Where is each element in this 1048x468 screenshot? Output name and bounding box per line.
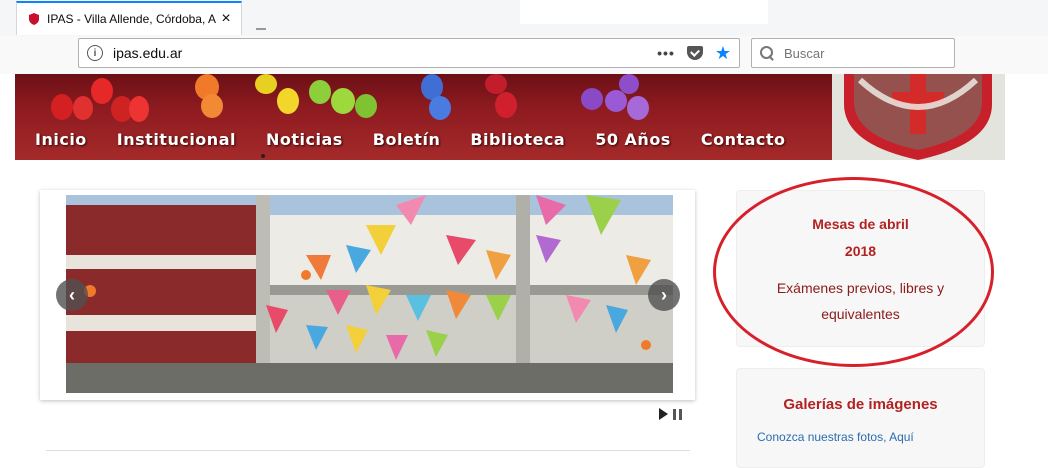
info-icon[interactable]: i	[87, 45, 103, 61]
nav-item-inicio[interactable]: Inicio	[35, 130, 87, 149]
search-icon	[760, 46, 774, 60]
balloon-decoration	[201, 94, 223, 118]
nav-item-institucional[interactable]: Institucional	[117, 130, 236, 149]
tab-underline	[256, 28, 266, 30]
exam-notice-box: Mesas de abril 2018 Exámenes previos, li…	[736, 190, 985, 347]
exam-notice-title: Mesas de abril	[812, 216, 909, 232]
school-courtyard-photo	[66, 195, 673, 393]
pocket-icon[interactable]	[686, 46, 703, 60]
nav-item-50-anos[interactable]: 50 Años	[595, 130, 671, 149]
nav-item-biblioteca[interactable]: Biblioteca	[470, 130, 565, 149]
search-input[interactable]	[784, 45, 944, 61]
balloon-decoration	[495, 92, 517, 118]
tab-strip-spacer	[520, 0, 768, 24]
page-actions: ••• ★	[657, 43, 731, 64]
more-actions-icon[interactable]: •••	[657, 45, 675, 61]
school-crest-image	[832, 74, 1005, 160]
balloon-decoration	[309, 80, 331, 104]
balloon-decoration	[485, 74, 507, 94]
balloon-decoration	[605, 90, 627, 112]
balloon-decoration	[277, 88, 299, 114]
slider-controls	[659, 408, 682, 420]
shield-favicon-icon	[29, 13, 39, 25]
bookmark-star-icon[interactable]: ★	[715, 43, 731, 64]
browser-tab[interactable]: IPAS - Villa Allende, Córdoba, A ×	[16, 1, 242, 35]
gallery-link[interactable]: Conozca nuestras fotos, Aquí	[737, 430, 984, 444]
pause-icon[interactable]	[673, 408, 682, 420]
balloon-decoration	[331, 88, 355, 114]
balloon-decoration	[51, 94, 73, 120]
crest-icon	[832, 74, 1005, 160]
tab-title: IPAS - Villa Allende, Córdoba, A	[47, 12, 216, 26]
slider-photo	[66, 195, 673, 393]
main-nav: Inicio Institucional Noticias Boletín Bi…	[35, 130, 786, 149]
exam-notice-year: 2018	[844, 243, 877, 259]
balloon-decoration	[355, 94, 377, 118]
exam-notice-body[interactable]: Exámenes previos, libres y	[737, 275, 984, 301]
url-bar[interactable]: i ipas.edu.ar ••• ★	[78, 38, 740, 68]
close-icon[interactable]: ×	[217, 10, 235, 28]
balloon-decoration	[255, 74, 277, 94]
url-text[interactable]: ipas.edu.ar	[113, 45, 657, 61]
slider-prev-button[interactable]: ‹	[56, 279, 88, 311]
nav-item-noticias[interactable]: Noticias	[266, 130, 343, 149]
content-divider	[46, 450, 690, 451]
balloon-decoration	[73, 96, 93, 120]
balloon-decoration	[91, 78, 113, 104]
nav-active-indicator	[261, 154, 265, 158]
balloon-decoration	[429, 96, 451, 120]
balloon-decoration	[581, 88, 603, 110]
play-icon[interactable]	[659, 408, 668, 420]
nav-item-contacto[interactable]: Contacto	[701, 130, 786, 149]
exam-notice-body-cont[interactable]: equivalentes	[737, 301, 984, 327]
gallery-title: Galerías de imágenes	[783, 396, 938, 413]
gallery-box: Galerías de imágenes Conozca nuestras fo…	[736, 368, 985, 468]
slider-next-button[interactable]: ›	[648, 279, 680, 311]
search-bar[interactable]	[751, 38, 955, 68]
balloon-decoration	[129, 96, 149, 122]
nav-item-boletin[interactable]: Boletín	[373, 130, 441, 149]
balloon-decoration	[627, 96, 649, 120]
balloon-decoration	[619, 74, 639, 94]
